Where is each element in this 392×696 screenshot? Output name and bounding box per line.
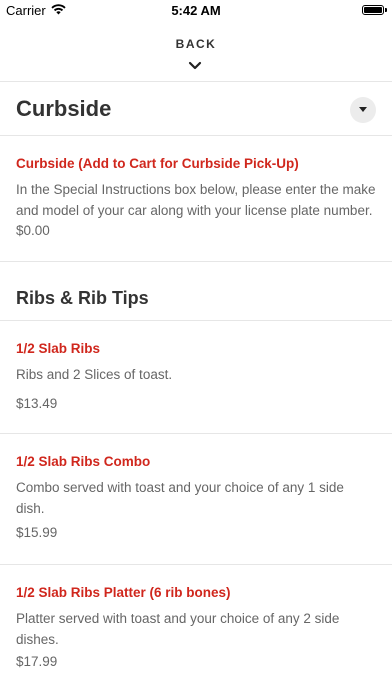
item-description: In the Special Instructions box below, p… <box>16 182 376 218</box>
section-title: Curbside <box>16 96 112 121</box>
item-price: $13.49 <box>16 396 58 411</box>
menu-item[interactable]: Curbside (Add to Cart for Curbside Pick-… <box>0 136 392 262</box>
section-header-ribs: Ribs & Rib Tips <box>0 262 392 321</box>
item-description: Platter served with toast and your choic… <box>16 611 340 647</box>
back-button[interactable]: BACK <box>0 22 392 82</box>
item-name: 1/2 Slab Ribs Platter (6 rib bones) <box>16 585 231 600</box>
item-name: 1/2 Slab Ribs <box>16 341 101 356</box>
menu-item[interactable]: 1/2 Slab Ribs Platter (6 rib bones) Plat… <box>0 565 392 696</box>
battery-icon <box>362 5 387 15</box>
status-bar: Carrier 5:42 AM <box>0 0 392 22</box>
item-description: Combo served with toast and your choice … <box>16 480 344 516</box>
item-price: $17.99 <box>16 654 58 669</box>
status-time: 5:42 AM <box>171 3 221 18</box>
item-price: $15.99 <box>16 525 58 540</box>
section-title: Ribs & Rib Tips <box>16 288 149 308</box>
chevron-down-icon <box>188 57 202 75</box>
item-name: Curbside (Add to Cart for Curbside Pick-… <box>16 156 299 171</box>
caret-down-icon <box>359 107 367 112</box>
menu-item[interactable]: 1/2 Slab Ribs Combo Combo served with to… <box>0 434 392 565</box>
menu-item[interactable]: 1/2 Slab Ribs Ribs and 2 Slices of toast… <box>0 321 392 434</box>
item-name: 1/2 Slab Ribs Combo <box>16 454 151 469</box>
back-label: BACK <box>175 37 217 51</box>
item-price: $0.00 <box>16 223 50 238</box>
section-header-curbside: Curbside <box>0 82 392 136</box>
item-description: Ribs and 2 Slices of toast. <box>16 367 173 382</box>
section-dropdown-button[interactable] <box>350 97 376 123</box>
